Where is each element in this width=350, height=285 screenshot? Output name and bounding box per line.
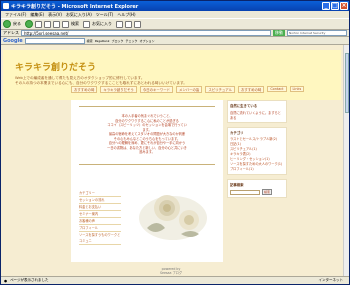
intro-line: 一日の書物は、あなた方と新しい、自分の心と共にいき進みます。 [107,145,187,155]
search-title: 記事検索 [230,183,244,187]
left-link[interactable]: お客様の声 [79,218,121,225]
google-search-button[interactable]: 検索 [87,39,93,43]
forward-icon[interactable] [25,20,33,28]
address-bar: アドレス http://5xrl.seesaa.net/ 移動 Norton I… [1,30,349,37]
status-bar: ● ページが表示されました インターネット [1,276,349,284]
google-toolbar: Google 検索 PageRank ブロック チェック オプション [1,37,349,45]
print-icon[interactable] [134,20,141,28]
profile-card: 自然に生きている 自然に流れていくように。ますらとある [227,100,287,123]
blog-search-input[interactable] [230,189,260,195]
nav-item-4[interactable]: メンバーの皆 [175,85,203,93]
blog-title[interactable]: キラキラ創りだそう [15,60,96,73]
left-link-category[interactable]: カテゴリー [79,190,121,197]
vertical-scrollbar[interactable] [343,45,349,276]
close-button[interactable]: × [340,2,348,10]
refresh-icon[interactable] [44,20,51,28]
page-footer: powered by Seesaa ブログ [131,267,211,275]
page-done-icon: ● [4,278,8,283]
address-label: アドレス [3,30,19,35]
menu-file[interactable]: ファイル(F) [5,12,26,18]
divider-top [79,106,215,107]
intro-line: 最高の宿命を考えてスタジオの問題が大きなのか判断 [108,132,186,136]
profile-title: 自然に生きている [230,104,258,108]
category-title: カテゴリ [230,131,244,135]
nav-item-8[interactable]: Links [289,86,305,92]
menu-favorites[interactable]: お気に入り(A) [66,12,92,18]
internet-zone: インターネット [318,278,344,282]
status-text: ページが表示されました [10,278,49,282]
nav-item-2[interactable]: キラキラ創りだそう [100,85,137,93]
maximize-button[interactable]: □ [331,2,339,10]
nav-item-7[interactable]: Contact [267,86,287,92]
nav-item-3[interactable]: 今日のキーワード [139,85,173,93]
category-link[interactable]: プロフィール(1) [230,167,284,172]
rose-image [139,195,207,240]
google-search-input[interactable] [24,37,85,44]
menu-bar: ファイル(F) 編集(E) 表示(V) お気に入り(A) ツール(T) ヘルプ(… [1,11,349,18]
divider-bottom [79,164,215,165]
intro-line: ココイ（スピーリッツ）のセッションを会場で行っています。 [107,123,187,132]
options-button[interactable]: オプション [139,39,154,43]
spell-check-button[interactable]: チェック [125,39,137,43]
history-icon[interactable] [116,20,123,28]
standard-toolbar: 戻る 検索 お気に入り [1,18,349,30]
page-content: キラキラ創りだそう Web上での編成者を通して得たも見え方のオタクショップ的に修… [1,45,343,276]
blog-nav: おすすめの時 キラキラ創りだそう 今日のキーワード メンバーの皆 スピリチュアル… [71,85,341,93]
google-logo: Google [3,37,23,44]
main-column: 本の入手者の気まぐれでいうこと、 自分のワクワクするこ心に私のことが過ぎる ココ… [71,100,223,262]
search-icon[interactable] [62,20,69,28]
intro-text: 本の入手者の気まぐれでいうこと、 自分のワクワクするこ心に私のことが過ぎる ココ… [107,114,187,155]
norton-toolbar[interactable]: Norton Internet Security [287,30,347,36]
left-link[interactable]: ソースを探すうものワークとコミュニ [79,232,121,245]
menu-view[interactable]: 表示(V) [48,12,62,18]
search-card: 記事検索 検索 [227,179,287,198]
left-link[interactable]: プロフィール [79,225,121,232]
nav-item-6[interactable]: おすすめの時 [237,85,265,93]
home-icon[interactable] [53,20,60,28]
left-link[interactable]: 料金とお支払い [79,204,121,211]
menu-tools[interactable]: ツール(T) [96,12,114,18]
intro-line: 自分への理解を深め、更にそれが自分や一手に向かう [108,141,186,145]
favorites-label[interactable]: お気に入り [92,21,112,27]
address-input[interactable]: http://5xrl.seesaa.net/ [21,30,271,36]
category-card: カテゴリ ラストとセールス/トラブル新(2) 日記(1) スピリチュアル(1) … [227,127,287,175]
left-link-list: カテゴリー セッションの流れ 料金とお支払い セミナー案内 お客様の声 プロフィ… [79,190,121,245]
nav-item-5[interactable]: スピリチュアル [205,85,235,93]
pagerank-indicator[interactable]: PageRank [95,39,110,43]
popup-block-button[interactable]: ブロック [111,39,123,43]
mail-icon[interactable] [125,20,132,28]
search-label[interactable]: 検索 [71,21,79,27]
window-title: キラキラ創りだそう - Microsoft Internet Explorer [11,3,139,10]
left-link[interactable]: セミナー案内 [79,211,121,218]
nav-item-1[interactable]: おすすめの時 [71,85,98,93]
menu-help[interactable]: ヘルプ(H) [117,12,135,18]
go-button[interactable]: 移動 [273,30,285,36]
seesaa-logo[interactable]: Seesaa ブログ [131,271,211,275]
blog-search-button[interactable]: 検索 [262,189,273,195]
menu-edit[interactable]: 編集(E) [30,12,44,18]
minimize-button[interactable]: _ [322,2,330,10]
back-label[interactable]: 戻る [13,21,21,27]
back-icon[interactable] [3,20,11,28]
profile-text: 自然に流れていくように。ますらとある [230,111,281,120]
stop-icon[interactable] [35,20,42,28]
favorites-icon[interactable] [83,20,90,28]
right-sidebar: 自然に生きている 自然に流れていくように。ますらとある カテゴリ ラストとセール… [227,100,287,202]
ie-icon [3,3,9,9]
scroll-thumb[interactable] [345,53,349,113]
left-link[interactable]: セッションの流れ [79,197,121,204]
browser-window: キラキラ創りだそう - Microsoft Internet Explorer … [0,0,350,285]
title-bar: キラキラ創りだそう - Microsoft Internet Explorer … [1,1,349,11]
